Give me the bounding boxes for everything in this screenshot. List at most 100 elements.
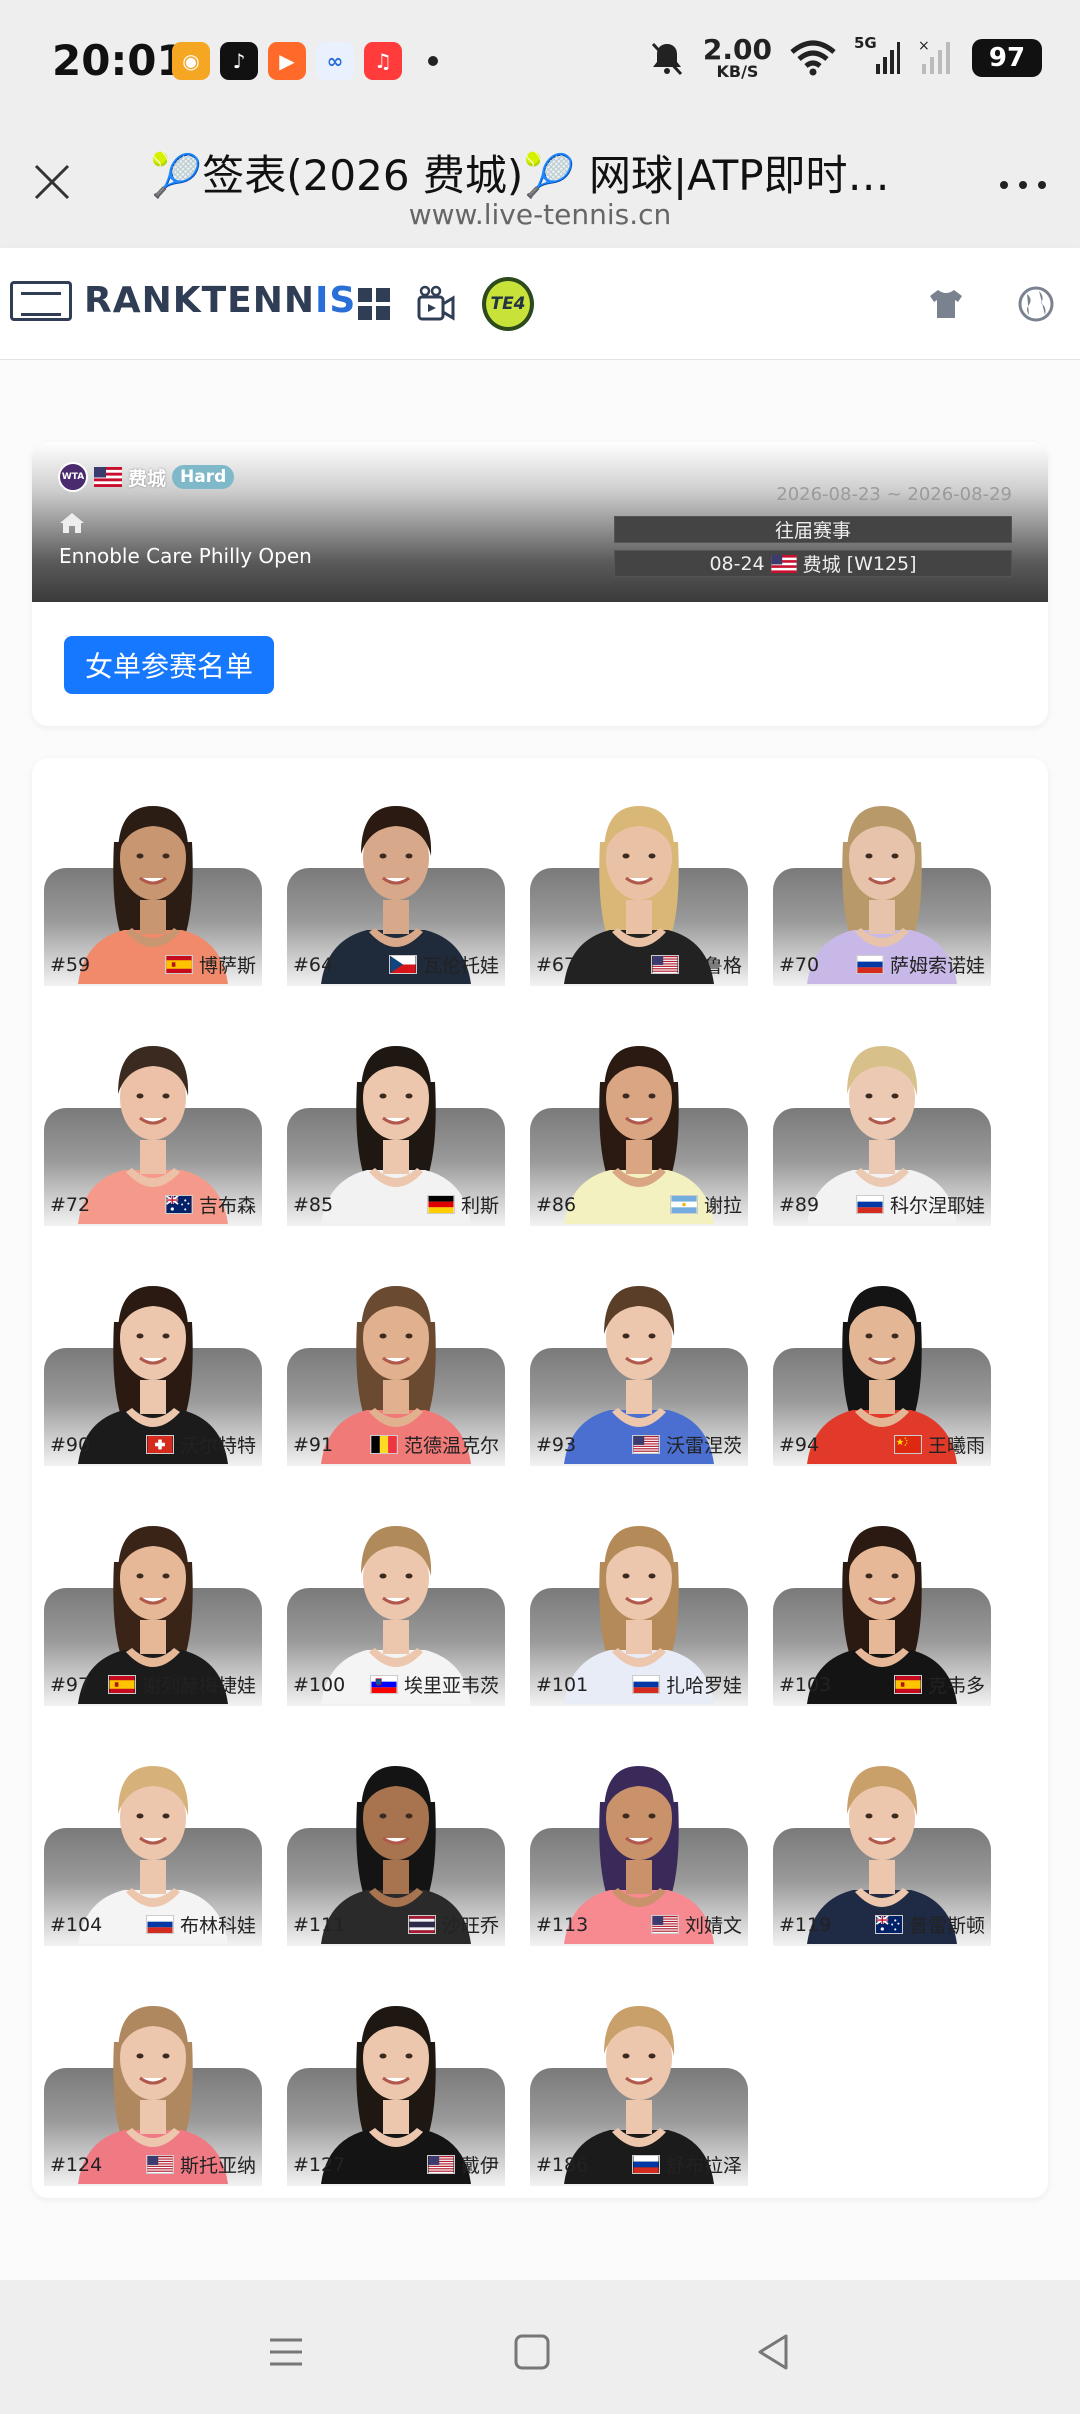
- flag-usa-icon: [426, 2155, 455, 2174]
- video-icon[interactable]: [410, 278, 462, 330]
- flag-arg-icon: [669, 1195, 698, 1214]
- player-label: #90 沃尔特特: [50, 1431, 256, 1458]
- player-card[interactable]: #72 吉布森: [44, 1012, 262, 1226]
- player-label: #89 科尔涅耶娃: [779, 1191, 985, 1218]
- player-card[interactable]: #86 谢拉: [530, 1012, 748, 1226]
- te4-badge[interactable]: TE4: [482, 277, 534, 331]
- douyin-icon: ♪: [220, 42, 258, 80]
- player-rank: #97: [50, 1673, 91, 1696]
- player-label: #85 利斯: [293, 1191, 499, 1218]
- back-icon[interactable]: [752, 2330, 796, 2374]
- player-rank: #90: [50, 1433, 91, 1456]
- player-card[interactable]: #59 博萨斯: [44, 772, 262, 986]
- player-card[interactable]: #97 谢列赫梅捷娃: [44, 1492, 262, 1706]
- player-label: #86 谢拉: [536, 1191, 742, 1218]
- player-name: 范德温克尔: [403, 1435, 499, 1457]
- flag-usa-icon: [631, 1435, 660, 1454]
- flag-bel-icon: [369, 1435, 398, 1454]
- player-name: 克鲁格: [684, 955, 742, 977]
- player-rank: #124: [50, 2153, 103, 2176]
- player-card[interactable]: #186 舒布拉泽: [530, 1972, 748, 2186]
- player-name: 沃雷涅茨: [665, 1435, 742, 1457]
- player-card[interactable]: #93 沃雷涅茨: [530, 1252, 748, 1466]
- flag-esp-icon: [893, 1675, 922, 1694]
- player-rank: #93: [536, 1433, 577, 1456]
- player-card[interactable]: #67 克鲁格: [530, 772, 748, 986]
- player-name: 布林科娃: [179, 1915, 256, 1937]
- edition-date: 08-24: [709, 552, 765, 575]
- player-rank: #186: [536, 2153, 589, 2176]
- player-label: #103 克韦多: [779, 1671, 985, 1698]
- player-rank: #111: [293, 1913, 346, 1936]
- player-label: #101 扎哈罗娃: [536, 1671, 742, 1698]
- player-name: 戴伊: [460, 2155, 499, 2177]
- player-rank: #64: [293, 953, 334, 976]
- player-card[interactable]: #89 科尔涅耶娃: [773, 1012, 991, 1226]
- more-options-icon[interactable]: [996, 170, 1050, 200]
- event-dates: 2026-08-23 ~ 2026-08-29: [776, 484, 1012, 505]
- player-card[interactable]: #91 范德温克尔: [287, 1252, 505, 1466]
- player-name-wrap: 谢拉: [669, 1191, 742, 1218]
- player-name: 萨姆索诺娃: [889, 955, 985, 977]
- player-name-wrap: 吉布森: [164, 1191, 256, 1218]
- past-edition-item[interactable]: 08-24 费城 [W125]: [614, 550, 1012, 577]
- player-card[interactable]: #103 克韦多: [773, 1492, 991, 1706]
- player-card[interactable]: #127 戴伊: [287, 1972, 505, 2186]
- globe-icon[interactable]: [1010, 278, 1062, 330]
- grid-menu-icon[interactable]: [348, 278, 400, 330]
- player-label: #67 克鲁格: [536, 951, 742, 978]
- event-card: WTA 费城 Hard Ennoble Care Philly Open 202…: [32, 442, 1048, 726]
- player-card[interactable]: #94 王曦雨: [773, 1252, 991, 1466]
- player-card[interactable]: #85 利斯: [287, 1012, 505, 1226]
- player-card[interactable]: #124 斯托亚纳: [44, 1972, 262, 2186]
- player-card[interactable]: #104 布林科娃: [44, 1732, 262, 1946]
- player-name: 扎哈罗娃: [665, 1675, 742, 1697]
- status-indicators: 2.00 KB/S 5G × 97: [647, 34, 1042, 80]
- player-card[interactable]: #90 沃尔特特: [44, 1252, 262, 1466]
- player-card[interactable]: #119 普雷斯顿: [773, 1732, 991, 1946]
- player-label: #64 瓦伦托娃: [293, 951, 499, 978]
- player-label: #111 沙旺乔: [293, 1911, 499, 1938]
- menu-icon[interactable]: [264, 2330, 308, 2374]
- wta-icon: WTA: [58, 462, 88, 492]
- flag-cze-icon: [388, 955, 417, 974]
- home-button-icon[interactable]: [510, 2330, 554, 2374]
- player-name-wrap: 范德温克尔: [369, 1431, 499, 1458]
- flag-rus-icon: [855, 1195, 884, 1214]
- past-events-button[interactable]: 往届赛事: [614, 516, 1012, 543]
- player-card[interactable]: #111 沙旺乔: [287, 1732, 505, 1946]
- flag-chn-icon: [893, 1435, 922, 1454]
- signal-5g-icon: 5G: [854, 34, 900, 78]
- entry-list-button[interactable]: 女单参赛名单: [64, 636, 274, 694]
- signal-secondary-icon: ×: [918, 38, 950, 74]
- player-name-wrap: 王曦雨: [893, 1431, 985, 1458]
- player-name-wrap: 克鲁格: [650, 951, 742, 978]
- shirt-icon[interactable]: [920, 278, 972, 330]
- player-name: 博萨斯: [198, 955, 256, 977]
- flag-usa-icon: [145, 2155, 174, 2174]
- player-label: #104 布林科娃: [50, 1911, 256, 1938]
- player-card[interactable]: #101 扎哈罗娃: [530, 1492, 748, 1706]
- flag-rus-icon: [631, 1675, 660, 1694]
- player-label: #97 谢列赫梅捷娃: [50, 1671, 256, 1698]
- player-label: #91 范德温克尔: [293, 1431, 499, 1458]
- player-card[interactable]: #100 埃里亚韦茨: [287, 1492, 505, 1706]
- player-card[interactable]: #70 萨姆索诺娃: [773, 772, 991, 986]
- player-rank: #101: [536, 1673, 589, 1696]
- player-card[interactable]: #113 刘婧文: [530, 1732, 748, 1946]
- player-card[interactable]: #64 瓦伦托娃: [287, 772, 505, 986]
- player-rank: #85: [293, 1193, 334, 1216]
- flag-aus-icon: [874, 1915, 903, 1934]
- player-name-wrap: 刘婧文: [650, 1911, 742, 1938]
- ranktennis-logo[interactable]: RANKTENNIS: [10, 280, 356, 321]
- flag-rus-icon: [855, 955, 884, 974]
- player-name-wrap: 沙旺乔: [407, 1911, 499, 1938]
- flag-usa-icon: [771, 554, 797, 573]
- flag-usa-icon: [650, 955, 679, 974]
- page-body: WTA 费城 Hard Ennoble Care Philly Open 202…: [0, 360, 1080, 2280]
- player-name-wrap: 普雷斯顿: [874, 1911, 985, 1938]
- event-city: 费城: [128, 467, 167, 490]
- player-name-wrap: 舒布拉泽: [631, 2151, 742, 2178]
- home-icon[interactable]: [59, 512, 85, 534]
- player-name: 埃里亚韦茨: [403, 1675, 499, 1697]
